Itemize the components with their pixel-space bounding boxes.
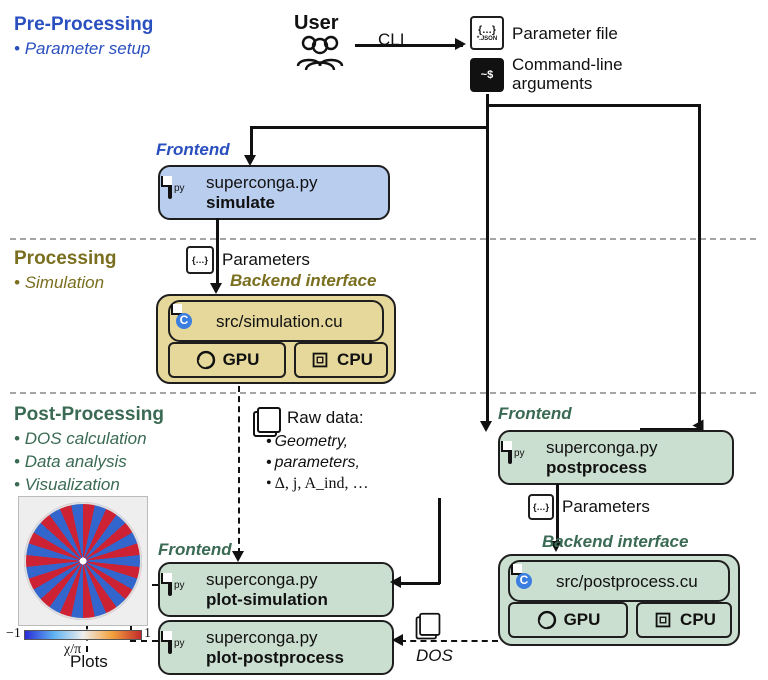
section-sub-post-1: DOS calculation	[14, 428, 147, 451]
users-icon	[292, 34, 348, 72]
dos-file-icon	[414, 612, 442, 642]
arrow-sim-down	[216, 218, 219, 286]
cu-file-icon-2: C	[518, 566, 548, 596]
python-file-icon-4: py	[168, 633, 198, 663]
frontend-label-3: Frontend	[158, 540, 232, 560]
arrow-input-split-h	[486, 104, 700, 107]
section-sub-post-2: Data analysis	[14, 451, 127, 474]
parameters-label-2: Parameters	[562, 497, 650, 517]
cpu-box-2: CPU	[636, 602, 732, 638]
param-file-label: Parameter file	[512, 24, 618, 44]
section-title-post: Post-Processing	[14, 404, 164, 426]
backend-iface-label-1: Backend interface	[230, 271, 376, 291]
backend-iface-label-2: Backend interface	[542, 532, 688, 552]
dash-proc-down	[238, 386, 240, 554]
terminal-icon: ~$	[470, 58, 504, 92]
arrow-to-simulate-h	[252, 126, 488, 129]
arrow-user-right	[355, 44, 463, 47]
cpu-chip-icon-2	[652, 609, 674, 631]
python-file-icon-2: py	[508, 443, 538, 473]
arrow-input-split-v	[698, 104, 701, 430]
gpu-box-1: GPU	[168, 342, 286, 378]
node-simulate: py superconga.py simulate	[158, 165, 390, 220]
cmd-args-label: Command-line arguments	[512, 56, 702, 93]
python-file-icon: py	[168, 178, 198, 208]
frontend-label-1: Frontend	[156, 140, 230, 160]
node-plot-sim: py superconga.py plot-simulation	[158, 562, 394, 617]
cpu-box-1: CPU	[294, 342, 388, 378]
user-title: User	[294, 12, 338, 35]
node-post-cu: C src/postprocess.cu	[508, 560, 730, 602]
colorbar-center: χ/π	[64, 642, 81, 658]
node-plot-post: py superconga.py plot-postprocess	[158, 620, 394, 675]
arrow-raw-to-plot-v	[438, 498, 441, 584]
section-sub-proc: Simulation	[14, 272, 104, 295]
json-icon-3: {…}	[528, 494, 554, 520]
gpu-box-2: GPU	[508, 602, 628, 638]
parameters-label-1: Parameters	[222, 250, 310, 270]
node-sim-cu: C src/simulation.cu	[168, 300, 384, 342]
colorbar-right: 1	[144, 626, 151, 642]
node-postprocess: py superconga.py postprocess	[498, 430, 734, 485]
colorbar	[24, 630, 142, 640]
json-file-icon: {…} *.JSON	[470, 16, 504, 50]
json-icon-2: {…}	[186, 246, 214, 274]
section-title-pre: Pre-Processing	[14, 14, 153, 36]
gpu-fan-icon-2	[536, 609, 558, 631]
plot-image	[24, 502, 142, 620]
section-sub-pre: Parameter setup	[14, 38, 150, 61]
dash-dos-head	[392, 634, 403, 646]
arrow-sim-down-head	[210, 283, 222, 294]
gpu-fan-icon	[195, 349, 217, 371]
raw-data-header: Raw data:	[287, 408, 364, 428]
colorbar-left: −1	[6, 626, 21, 642]
frontend-label-2: Frontend	[498, 404, 572, 424]
arrow-input-down-main	[486, 104, 489, 424]
cu-file-icon-1: C	[178, 306, 208, 336]
section-title-proc: Processing	[14, 248, 116, 270]
raw-data-list: Geometry, parameters, Δ, j, A_ind, …	[266, 432, 368, 494]
divider-1	[10, 238, 756, 240]
dash-proc-down-head	[232, 551, 244, 562]
arrow-to-simulate-v	[250, 126, 253, 158]
arrow-raw-to-plot	[398, 582, 440, 585]
dos-label: DOS	[416, 646, 453, 666]
section-sub-post-3: Visualization	[14, 474, 120, 497]
divider-2	[10, 392, 756, 394]
arrow-input-to-post	[480, 421, 492, 432]
cpu-chip-icon	[309, 349, 331, 371]
arrow-raw-to-plot-head	[390, 576, 401, 588]
arrow-user-right-head	[455, 38, 466, 50]
python-file-icon-3: py	[168, 575, 198, 605]
cli-label: CLI	[378, 30, 404, 50]
